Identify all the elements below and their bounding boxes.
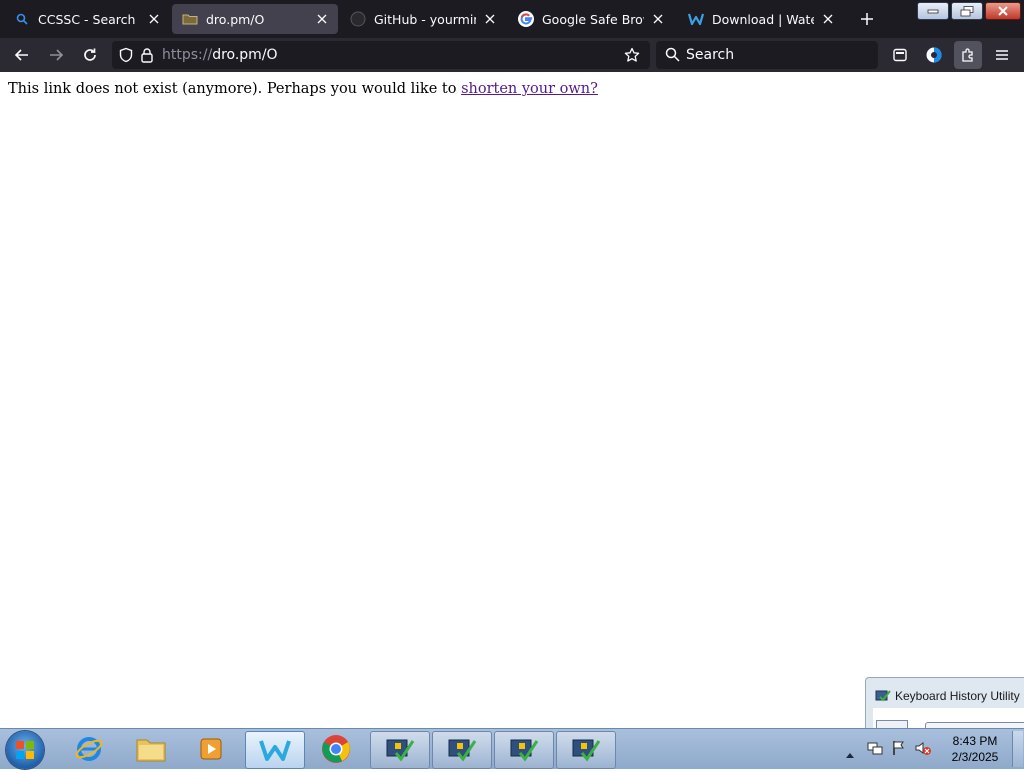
clock[interactable]: 8:43 PM 2/3/2025 <box>944 733 1006 765</box>
reader-sidebar-button[interactable] <box>886 41 914 69</box>
tab-ccssc-search[interactable]: CCSSC - Search <box>4 4 170 34</box>
restore-button[interactable] <box>951 2 983 20</box>
windows-logo-icon <box>16 741 34 759</box>
tracking-shield-icon[interactable] <box>118 47 134 63</box>
tab-title: dro.pm/O <box>206 11 265 27</box>
search-bar[interactable]: Search <box>656 41 878 69</box>
error-message: This link does not exist (anymore). Perh… <box>8 81 598 97</box>
navigation-toolbar: https://dro.pm/O Search <box>0 38 1024 72</box>
back-button[interactable] <box>8 41 36 69</box>
tab-google-safe-browsing[interactable]: Google Safe Browsing <box>508 4 674 34</box>
search-icon <box>14 11 30 27</box>
extensions-puzzle-button[interactable] <box>954 41 982 69</box>
keyboard-history-app-icon <box>875 688 891 708</box>
tab-title: Google Safe Browsing <box>542 11 644 27</box>
bookmark-star-icon[interactable] <box>624 47 640 63</box>
shorten-link[interactable]: shorten your own? <box>461 81 598 97</box>
url-text[interactable]: https://dro.pm/O <box>162 47 278 63</box>
minimize-button[interactable] <box>917 2 949 20</box>
volume-muted-icon[interactable] <box>914 740 932 760</box>
taskbar-keyboard-history-4[interactable] <box>556 731 616 769</box>
close-tab-icon[interactable] <box>650 11 666 27</box>
tab-title: Download | Waterfox <box>712 11 814 27</box>
taskbar-keyboard-history-1[interactable] <box>370 731 430 769</box>
folder-icon <box>136 739 166 762</box>
extension-circle-icon <box>926 47 942 63</box>
close-tab-icon[interactable] <box>820 11 836 27</box>
hamburger-menu-icon <box>996 50 1008 60</box>
keyboard-history-app-icon <box>572 739 601 762</box>
restore-icon <box>960 5 974 16</box>
taskbar-chrome[interactable] <box>307 731 365 767</box>
clock-date: 2/3/2025 <box>951 750 999 764</box>
media-player-icon <box>200 738 222 760</box>
close-tab-icon[interactable] <box>314 11 330 27</box>
tab-title: CCSSC - Search <box>38 11 136 27</box>
popup-title: Keyboard History Utility <box>895 689 1020 703</box>
keyboard-history-app-icon <box>448 739 477 762</box>
show-desktop-button[interactable] <box>1012 731 1023 767</box>
start-button[interactable] <box>6 731 44 769</box>
url-scheme: https:// <box>162 47 213 63</box>
network-icon[interactable] <box>867 741 883 761</box>
taskbar-media-player[interactable] <box>182 731 240 767</box>
sidebar-icon <box>893 48 907 62</box>
arrow-left-icon <box>14 49 28 61</box>
search-placeholder: Search <box>686 47 735 63</box>
action-center-flag-icon[interactable] <box>891 740 907 760</box>
taskbar-keyboard-history-3[interactable] <box>494 731 554 769</box>
tab-download-waterfox[interactable]: Download | Waterfox <box>678 4 844 34</box>
keyboard-history-app-icon <box>386 739 415 762</box>
url-host: dro.pm/O <box>212 47 278 63</box>
message-text: This link does not exist (anymore). Perh… <box>8 81 462 97</box>
google-icon <box>518 11 534 27</box>
folder-icon <box>182 11 198 27</box>
lock-icon[interactable] <box>139 47 155 63</box>
search-icon <box>665 47 681 63</box>
url-bar[interactable]: https://dro.pm/O <box>112 41 650 69</box>
taskbar-file-explorer[interactable] <box>122 731 180 767</box>
waterfox-icon <box>688 11 704 27</box>
taskbar-internet-explorer[interactable] <box>60 731 118 767</box>
chrome-icon <box>322 735 350 763</box>
new-tab-button[interactable] <box>856 8 878 30</box>
close-tab-icon[interactable] <box>146 11 162 27</box>
github-icon <box>350 11 366 27</box>
close-window-button[interactable] <box>985 2 1021 20</box>
show-hidden-icons-icon[interactable] <box>846 743 854 762</box>
arrow-right-icon <box>50 49 64 61</box>
taskbar-keyboard-history-2[interactable] <box>432 731 492 769</box>
plus-icon <box>861 13 873 25</box>
taskbar: 8:43 PM 2/3/2025 <box>0 728 1024 769</box>
tab-strip: CCSSC - Search dro.pm/O GitHub - yourmin… <box>0 0 1024 38</box>
waterfox-icon <box>259 740 291 761</box>
app-menu-button[interactable] <box>988 41 1016 69</box>
forward-button[interactable] <box>42 41 70 69</box>
clock-time: 8:43 PM <box>952 734 998 748</box>
tab-dro-pm[interactable]: dro.pm/O <box>172 4 338 34</box>
extension-button[interactable] <box>920 41 948 69</box>
close-icon <box>998 6 1008 16</box>
reload-button[interactable] <box>76 41 104 69</box>
window-controls <box>917 2 1021 20</box>
taskbar-waterfox[interactable] <box>245 731 305 769</box>
tab-github[interactable]: GitHub - yourminebuilder <box>340 4 506 34</box>
reload-icon <box>84 48 96 61</box>
internet-explorer-icon <box>75 737 103 761</box>
tab-title: GitHub - yourminebuilder <box>374 11 476 27</box>
minimize-icon <box>927 9 939 14</box>
puzzle-icon <box>962 48 973 62</box>
keyboard-history-app-icon <box>510 739 539 762</box>
close-tab-icon[interactable] <box>482 11 498 27</box>
page-content: This link does not exist (anymore). Perh… <box>0 72 1024 728</box>
